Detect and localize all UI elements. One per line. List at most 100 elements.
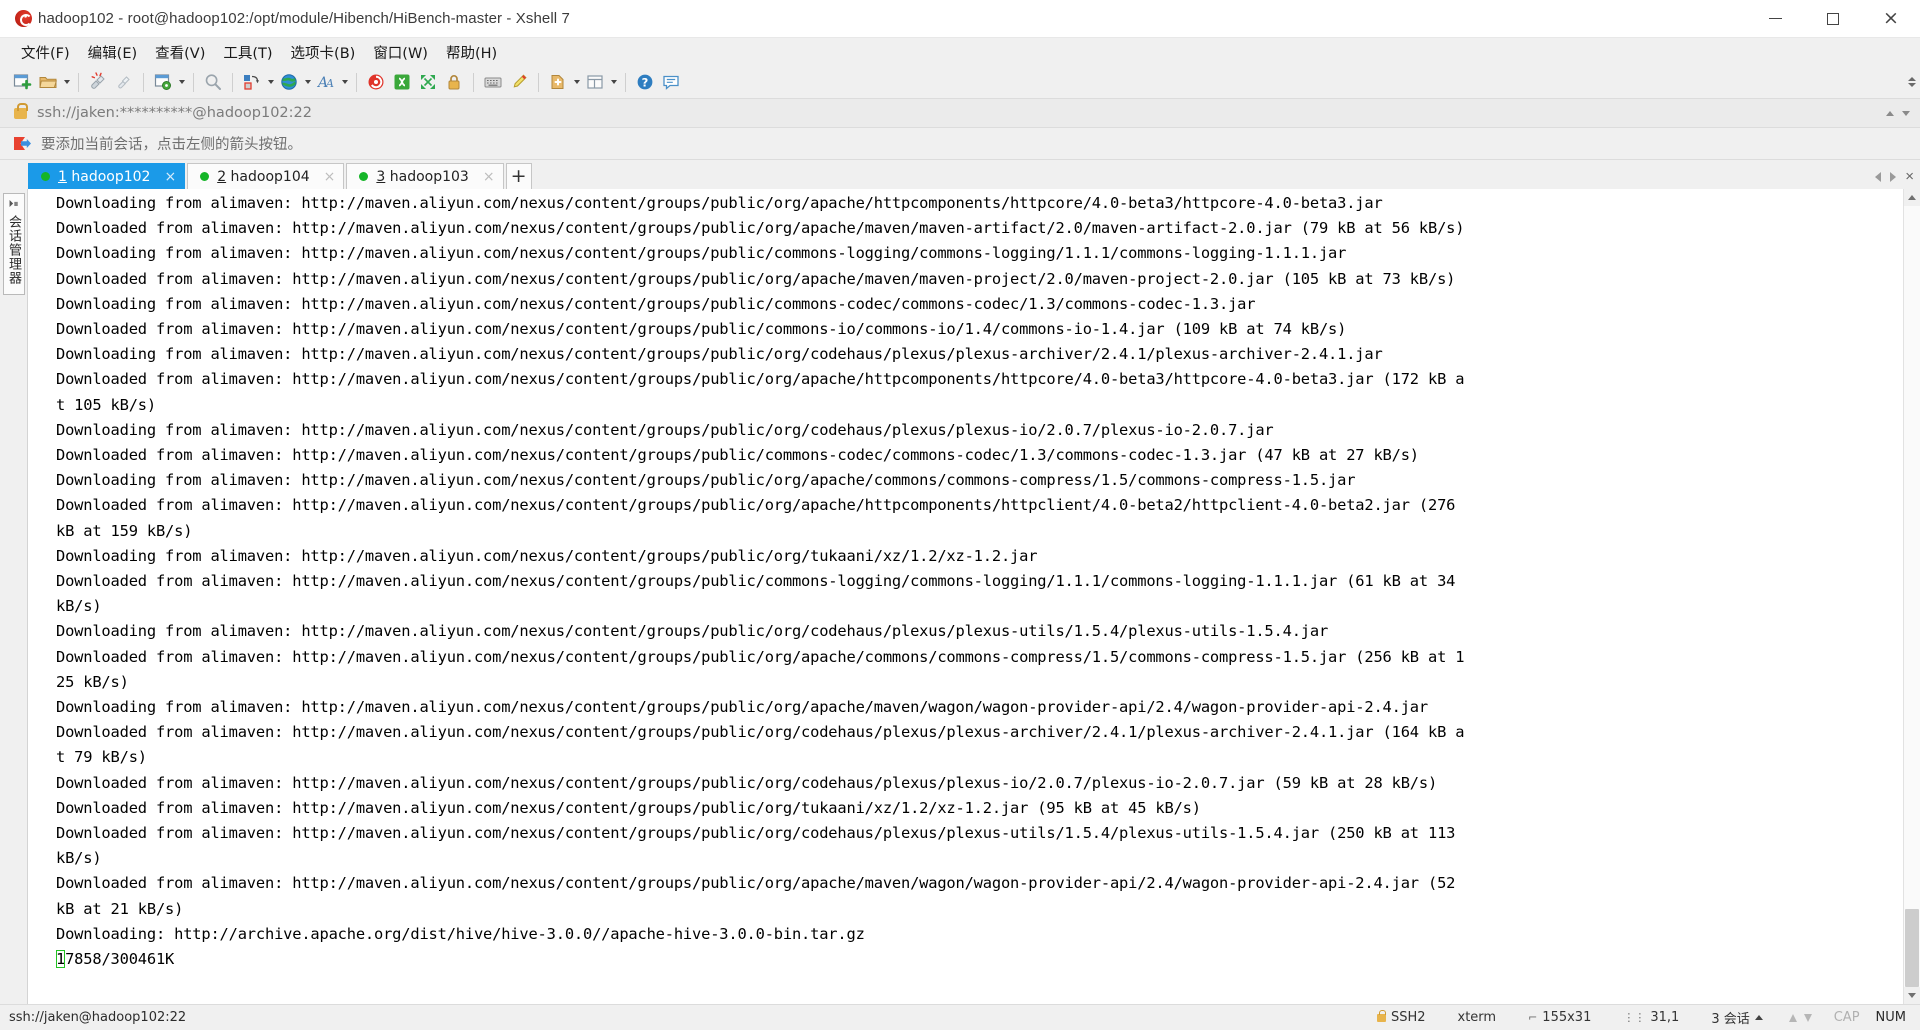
status-cursor-cell[interactable]: ⋮⋮ 31,1 (1607, 1010, 1695, 1025)
xshell-button[interactable] (363, 69, 389, 95)
status-protocol-cell[interactable]: SSH2 (1361, 1009, 1442, 1025)
status-size-cell[interactable]: ⌐ 155x31 (1512, 1010, 1607, 1025)
status-sessions-cell[interactable]: 3 会话 (1695, 1008, 1778, 1027)
tab-scroll-left-icon[interactable] (1875, 171, 1882, 182)
terminal-progress-text: 7858/300461K (65, 950, 175, 969)
new-tab-button[interactable]: + (505, 163, 532, 189)
transfer-file-button[interactable] (239, 69, 265, 95)
web-browser-dropdown[interactable] (302, 69, 313, 95)
toolbar-separator (193, 72, 194, 92)
help-button[interactable]: ? (632, 69, 658, 95)
minimize-icon (1768, 18, 1782, 19)
terminal-scrollbar[interactable] (1903, 189, 1920, 1004)
terminal-cursor: 1 (56, 950, 66, 969)
cursor-position-icon: ⋮⋮ (1623, 1011, 1646, 1024)
scroll-up-button[interactable] (1904, 189, 1920, 206)
tab-hadoop102[interactable]: 1 hadoop102 × (28, 163, 186, 189)
tab-close-icon[interactable]: × (310, 170, 336, 184)
caret-up-icon[interactable] (1754, 1015, 1763, 1020)
address-input[interactable]: ssh://jaken:**********@hadoop102:22 (37, 105, 312, 121)
window-title: hadoop102 - root@hadoop102:/opt/module/H… (38, 10, 570, 27)
tab-close-icon[interactable]: × (150, 170, 176, 184)
font-dropdown[interactable] (339, 69, 350, 95)
toolbar-separator (625, 72, 626, 92)
help-icon: ? (637, 74, 653, 90)
tab-hadoop103[interactable]: 3 hadoop103 × (346, 163, 504, 189)
svg-text:A: A (325, 77, 334, 90)
menu-tabs[interactable]: 选项卡(B) (282, 39, 365, 66)
address-bar-scroll[interactable] (1882, 110, 1920, 116)
toolbar-overflow[interactable] (1908, 66, 1916, 98)
xshell-icon (368, 74, 384, 90)
lock-icon (14, 102, 28, 119)
menu-edit[interactable]: 编辑(E) (79, 39, 146, 66)
xftp-button[interactable] (389, 69, 415, 95)
tab-close-icon[interactable]: × (469, 170, 495, 184)
transfer-file-dropdown[interactable] (265, 69, 276, 95)
font-button[interactable]: A A (313, 69, 339, 95)
lock-button[interactable] (441, 69, 467, 95)
terminal-size-icon: ⌐ (1528, 1011, 1538, 1024)
terminal-line: Downloaded from alimaven: http://maven.a… (56, 824, 1456, 843)
add-note-button[interactable] (545, 69, 571, 95)
maximize-button[interactable] (1804, 0, 1862, 37)
session-manager-panel: ⏵⏸ 会话管理器 (0, 189, 28, 1004)
session-properties-button[interactable] (150, 69, 176, 95)
tab-hadoop104[interactable]: 2 hadoop104 × (187, 163, 345, 189)
scroll-up-icon (1908, 195, 1916, 200)
open-session-dropdown[interactable] (61, 69, 72, 95)
terminal-output[interactable]: Downloading from alimaven: http://maven.… (28, 189, 1903, 1004)
feedback-button[interactable] (658, 69, 684, 95)
terminal-line: Downloaded from alimaven: http://maven.a… (56, 723, 1465, 742)
status-num: NUM (1875, 1010, 1906, 1025)
tab-status-dot-icon (200, 172, 210, 181)
status-terminal-type-cell[interactable]: xterm (1442, 1010, 1513, 1025)
pin-icon[interactable]: ⏵⏸ (9, 200, 19, 210)
status-terminal-type: xterm (1457, 1010, 1497, 1025)
close-button[interactable]: × (1862, 0, 1920, 37)
menu-tools[interactable]: 工具(T) (214, 39, 281, 66)
session-properties-dropdown[interactable] (176, 69, 187, 95)
layout-button[interactable] (582, 69, 608, 95)
add-note-dropdown[interactable] (571, 69, 582, 95)
terminal-line: Downloading from alimaven: http://maven.… (56, 294, 1256, 313)
lock-icon (448, 75, 460, 90)
disconnect-button[interactable] (85, 69, 111, 95)
open-folder-icon (39, 77, 57, 88)
highlight-pen-button[interactable] (506, 69, 532, 95)
toolbar-separator (538, 72, 539, 92)
terminal-line: t 79 kB/s) (56, 748, 147, 767)
menu-file[interactable]: 文件(F) (12, 39, 79, 66)
terminal-line: Downloading from alimaven: http://maven.… (56, 345, 1383, 364)
open-session-button[interactable] (35, 69, 61, 95)
maximize-icon (1827, 12, 1839, 25)
scrollbar-track[interactable] (1904, 206, 1920, 987)
toolbar-separator (78, 72, 79, 92)
keyboard-button[interactable] (480, 69, 506, 95)
scroll-down-button[interactable] (1904, 987, 1920, 1004)
menu-window[interactable]: 窗口(W) (364, 39, 437, 66)
new-session-button[interactable] (9, 69, 35, 95)
minimize-button[interactable] (1746, 0, 1804, 37)
status-cursor-pos: 31,1 (1650, 1010, 1680, 1025)
reconnect-button[interactable] (111, 69, 137, 95)
find-button[interactable] (200, 69, 226, 95)
session-manager-tab[interactable]: ⏵⏸ 会话管理器 (2, 193, 25, 295)
terminal-line: 25 kB/s) (56, 672, 129, 691)
globe-icon (281, 74, 297, 90)
bookmark-flag-icon (14, 137, 31, 150)
tab-scroll-right-icon[interactable] (1890, 171, 1897, 182)
terminal-line: Downloaded from alimaven: http://maven.a… (56, 219, 1465, 238)
layout-dropdown[interactable] (608, 69, 619, 95)
scrollbar-thumb[interactable] (1905, 909, 1919, 987)
address-bar[interactable]: ssh://jaken:**********@hadoop102:22 (0, 98, 1920, 128)
menu-view[interactable]: 查看(V) (146, 39, 214, 66)
menu-help[interactable]: 帮助(H) (437, 39, 506, 66)
tab-index: 2 (217, 168, 227, 185)
tab-status-dot-icon (41, 172, 50, 181)
terminal-line: kB at 21 kB/s) (56, 899, 184, 918)
terminal-line: kB at 159 kB/s) (56, 521, 193, 540)
fullscreen-button[interactable] (415, 69, 441, 95)
close-active-tab-icon[interactable]: × (1905, 169, 1914, 184)
web-browser-button[interactable] (276, 69, 302, 95)
